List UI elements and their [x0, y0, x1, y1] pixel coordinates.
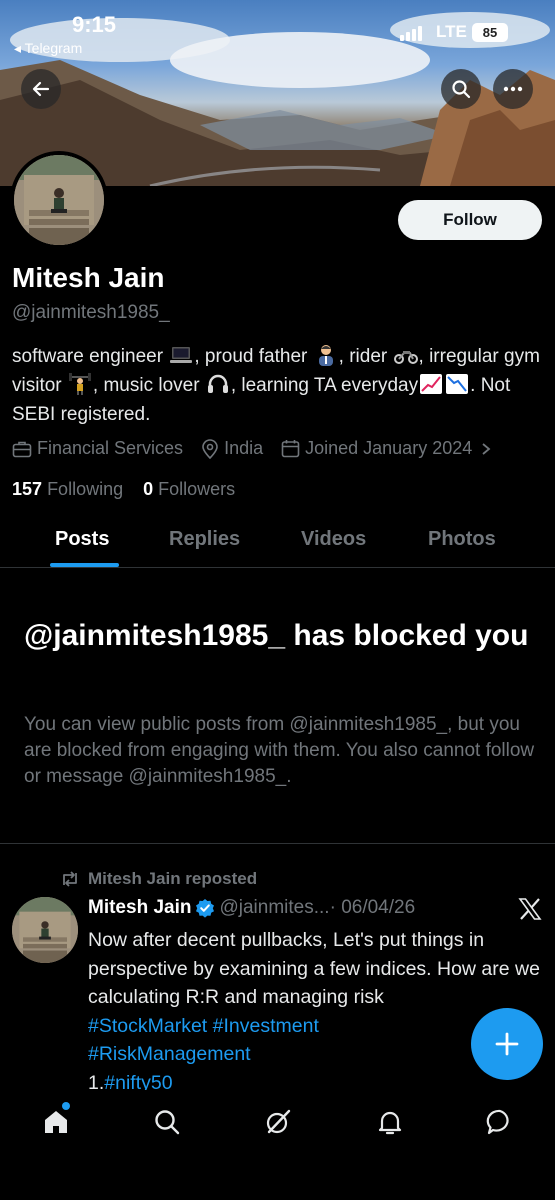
profile-handle: @jainmitesh1985_ [12, 302, 170, 323]
profile-tabs: Posts Replies Videos Photos [0, 518, 555, 568]
calendar-icon [281, 440, 300, 458]
category-text: Financial Services [37, 438, 184, 458]
signal-icon [400, 26, 422, 41]
bio-text: , music lover [92, 375, 200, 396]
back-arrow-icon [32, 81, 50, 97]
hashtag-link[interactable]: #RiskManagement [88, 1043, 251, 1065]
more-button[interactable] [493, 69, 533, 109]
status-bar: 9:15 ◂ Telegram LTE 85 [0, 10, 555, 60]
profile-joined: Joined January 2024 [281, 438, 497, 459]
verified-icon [196, 899, 215, 918]
bio-text: , [418, 346, 424, 367]
grok-icon[interactable] [264, 1108, 292, 1136]
home-icon[interactable] [42, 1108, 70, 1136]
repost-icon [63, 871, 77, 887]
bio-text: , rider [338, 346, 388, 367]
notifications-icon[interactable] [376, 1108, 404, 1136]
bio-text: , learning TA [230, 375, 336, 396]
post-header: Mitesh Jain @jainmites... · 06/04/26 [88, 897, 415, 919]
tab-replies[interactable]: Replies [169, 528, 240, 551]
hashtag-link[interactable]: #StockMarket [88, 1015, 207, 1037]
x-logo-icon [518, 898, 542, 920]
battery-indicator: 85 [472, 23, 508, 42]
bio-text: everyday [341, 375, 419, 396]
more-icon [503, 86, 523, 92]
bio-text: software engineer [12, 346, 164, 367]
status-time: 9:15 [72, 12, 117, 37]
explore-icon[interactable] [153, 1108, 181, 1136]
weight-lifter-emoji-icon [68, 373, 91, 395]
profile-category: Financial Services [12, 438, 183, 459]
blocked-title: @jainmitesh1985_ has blocked you [24, 619, 529, 652]
joined-text: Joined January 2024 [305, 438, 473, 458]
hashtag-link[interactable]: #Investment [213, 1015, 319, 1037]
headphone-emoji-icon [207, 374, 228, 393]
profile-meta: Financial Services India Joined January … [12, 438, 552, 459]
back-to-telegram[interactable]: ◂ Telegram [14, 40, 82, 57]
post-handle[interactable]: @jainmites... [219, 897, 329, 919]
tab-videos[interactable]: Videos [301, 528, 366, 551]
messages-icon[interactable] [486, 1108, 514, 1136]
follow-counts: 157 Following 0 Followers [12, 479, 235, 500]
profile-avatar[interactable] [10, 151, 108, 249]
repost-indicator: Mitesh Jain reposted [60, 869, 257, 889]
chart-decreasing-emoji-icon [446, 374, 469, 394]
following-link[interactable]: 157 Following [12, 479, 123, 499]
plus-icon [495, 1032, 519, 1056]
motorcycle-emoji-icon [393, 351, 418, 364]
briefcase-icon [12, 441, 32, 457]
profile-location: India [201, 438, 263, 459]
location-icon [202, 438, 218, 459]
post-avatar[interactable] [12, 897, 78, 963]
location-text: India [224, 438, 264, 458]
divider [0, 843, 555, 844]
repost-label: Mitesh Jain reposted [88, 869, 258, 888]
follow-button[interactable]: Follow [398, 200, 542, 240]
profile-name: Mitesh Jain [12, 262, 165, 293]
followers-link[interactable]: 0 Followers [143, 479, 235, 499]
blocked-message: You can view public posts from @jainmite… [24, 714, 535, 787]
network-type: LTE [436, 22, 467, 41]
chart-increasing-emoji-icon [420, 374, 443, 394]
post-text: Now after decent pullbacks, Let's put th… [88, 929, 540, 1008]
profile-bio: software engineer , proud father , rider… [12, 342, 542, 429]
search-button[interactable] [441, 69, 481, 109]
back-button[interactable] [21, 69, 61, 109]
bottom-navigation [0, 1090, 555, 1200]
compose-post-button[interactable] [471, 1008, 543, 1080]
man-office-worker-emoji-icon [318, 345, 333, 366]
laptop-emoji-icon [170, 347, 193, 363]
tab-posts[interactable]: Posts [55, 528, 109, 551]
post-author[interactable]: Mitesh Jain [88, 897, 191, 919]
chevron-right-icon[interactable] [480, 442, 492, 456]
post-body[interactable]: Now after decent pullbacks, Let's put th… [88, 926, 548, 1097]
post-date: · 06/04/26 [329, 897, 416, 918]
active-tab-indicator [50, 563, 119, 567]
search-icon [452, 80, 471, 99]
bio-text: , proud father [194, 346, 308, 367]
tab-photos[interactable]: Photos [428, 528, 496, 551]
